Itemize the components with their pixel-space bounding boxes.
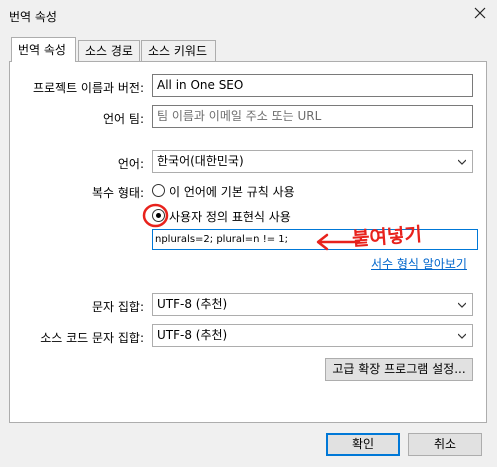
project-name-input[interactable]: All in One SEO bbox=[152, 74, 473, 97]
advanced-extensions-button[interactable]: 고급 확장 프로그램 설정... bbox=[325, 358, 473, 381]
close-button[interactable] bbox=[470, 3, 490, 23]
chevron-down-icon bbox=[458, 333, 466, 339]
plural-forms-label: 복수 형태: bbox=[91, 186, 144, 200]
charset-select[interactable]: UTF-8 (추천) bbox=[152, 293, 473, 316]
source-charset-label: 소스 코드 문자 집합: bbox=[40, 331, 144, 345]
language-select[interactable]: 한국어(대한민국) bbox=[152, 150, 473, 173]
ok-button[interactable]: 확인 bbox=[326, 433, 400, 456]
chevron-down-icon bbox=[458, 302, 466, 308]
source-charset-select[interactable]: UTF-8 (추천) bbox=[152, 324, 473, 347]
plural-custom-label[interactable]: 사용자 정의 표현식 사용 bbox=[169, 208, 291, 225]
language-label: 언어: bbox=[117, 157, 144, 171]
tab-translation-properties[interactable]: 번역 속성 bbox=[11, 37, 76, 62]
annotation-handwritten-text: 붙여넣기 bbox=[351, 223, 423, 251]
source-charset-value: UTF-8 (추천) bbox=[157, 328, 228, 342]
close-icon bbox=[474, 7, 486, 19]
language-team-input[interactable]: 팀 이름과 이메일 주소 또는 URL bbox=[152, 105, 473, 128]
tab-source-keywords[interactable]: 소스 키워드 bbox=[141, 40, 216, 61]
tab-source-paths[interactable]: 소스 경로 bbox=[78, 40, 140, 61]
plural-default-radio[interactable] bbox=[152, 184, 165, 197]
language-value: 한국어(대한민국) bbox=[157, 154, 244, 168]
cancel-button[interactable]: 취소 bbox=[408, 433, 482, 456]
charset-value: UTF-8 (추천) bbox=[157, 297, 228, 311]
annotation-circle bbox=[142, 203, 169, 228]
project-name-label: 프로젝트 이름과 버전: bbox=[32, 81, 144, 95]
plural-default-label[interactable]: 이 언어에 기본 규칙 사용 bbox=[169, 183, 295, 200]
chevron-down-icon bbox=[458, 159, 466, 165]
window-title: 번역 속성 bbox=[9, 10, 57, 24]
charset-label: 문자 집합: bbox=[91, 300, 144, 314]
plural-help-link[interactable]: 서수 형식 알아보기 bbox=[371, 255, 467, 272]
language-team-label: 언어 팀: bbox=[103, 112, 144, 126]
